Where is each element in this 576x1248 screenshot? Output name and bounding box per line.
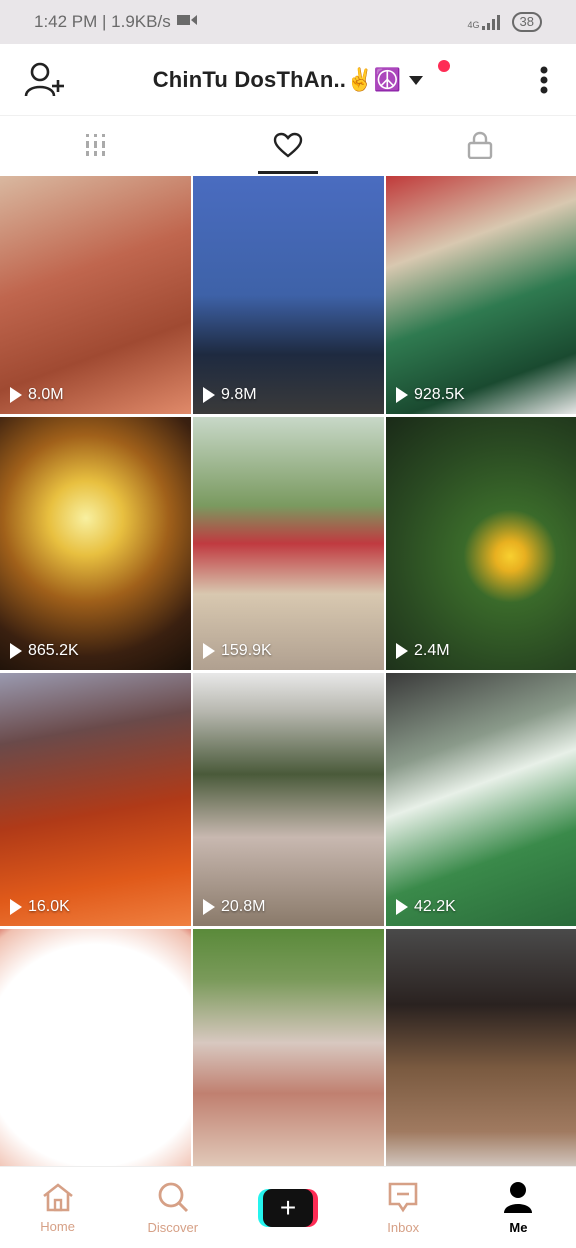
network-label: 4G [467, 20, 480, 30]
inbox-icon [387, 1181, 419, 1216]
nav-inbox[interactable]: Inbox [346, 1181, 461, 1235]
view-count: 928.5K [396, 386, 465, 404]
play-icon [203, 899, 215, 915]
view-count: 2.4M [396, 642, 450, 660]
video-thumbnail[interactable]: 159.9K [193, 417, 384, 670]
grid-icon [84, 133, 108, 162]
status-bar: 1:42 PM | 1.9KB/s 4G 38 [0, 0, 576, 44]
video-thumbnail[interactable]: 20.8M [193, 673, 384, 926]
bottom-nav: Home Discover + Inbox Me [0, 1166, 576, 1248]
signal-icon: 4G [468, 14, 502, 30]
play-icon [10, 643, 22, 659]
profile-tabs [0, 118, 576, 176]
profile-header: ChinTu DosThAn..✌️☮️ [0, 44, 576, 116]
play-icon [396, 387, 408, 403]
play-icon [10, 387, 22, 403]
tab-videos[interactable] [0, 118, 192, 176]
video-thumbnail[interactable]: 928.5K [386, 176, 576, 414]
play-icon [203, 387, 215, 403]
status-time-speed: 1:42 PM | 1.9KB/s [34, 12, 171, 31]
more-options-icon[interactable] [540, 66, 548, 94]
lock-icon [467, 131, 493, 164]
nav-home[interactable]: Home [0, 1182, 115, 1234]
video-thumbnail[interactable] [0, 929, 191, 1182]
nav-me-label: Me [509, 1219, 528, 1235]
play-icon [396, 899, 408, 915]
nav-inbox-label: Inbox [387, 1219, 420, 1235]
search-icon [157, 1181, 189, 1216]
profile-icon [503, 1181, 533, 1216]
chevron-down-icon [409, 76, 424, 86]
video-thumbnail[interactable]: 865.2K [0, 417, 191, 670]
notification-dot [438, 60, 450, 72]
nav-me[interactable]: Me [461, 1181, 576, 1235]
nav-home-label: Home [40, 1218, 75, 1234]
username: ChinTu DosThAn..✌️☮️ [152, 66, 402, 92]
view-count: 865.2K [10, 642, 79, 660]
video-thumbnail[interactable] [386, 929, 576, 1182]
play-icon [396, 643, 408, 659]
nav-discover-label: Discover [147, 1219, 199, 1235]
video-thumbnail[interactable]: 42.2K [386, 673, 576, 926]
tab-liked[interactable] [192, 118, 384, 176]
tab-private[interactable] [384, 118, 576, 176]
nav-discover[interactable]: Discover [115, 1181, 230, 1235]
video-thumbnail[interactable]: 9.8M [193, 176, 384, 414]
play-icon [10, 899, 22, 915]
video-thumbnail[interactable]: 8.0M [0, 176, 191, 414]
nav-create[interactable]: + [230, 1188, 345, 1227]
video-thumbnail[interactable]: 2.4M [386, 417, 576, 670]
view-count: 20.8M [203, 898, 265, 916]
view-count: 159.9K [203, 642, 272, 660]
home-icon [41, 1182, 75, 1215]
view-count: 8.0M [10, 386, 64, 404]
view-count: 9.8M [203, 386, 257, 404]
heart-icon [273, 132, 303, 163]
view-count: 16.0K [10, 898, 70, 916]
video-thumbnail[interactable]: 16.0K [0, 673, 191, 926]
plus-icon: + [263, 1188, 313, 1227]
create-button[interactable]: + [258, 1188, 318, 1227]
play-icon [203, 643, 215, 659]
battery-indicator: 38 [511, 12, 542, 32]
video-grid: 8.0M 9.8M 928.5K 865.2K 159.9K 2.4M 16.0… [0, 176, 576, 1182]
video-recording-icon [176, 12, 197, 32]
video-thumbnail[interactable] [193, 929, 384, 1182]
view-count: 42.2K [396, 898, 456, 916]
username-switcher[interactable]: ChinTu DosThAn..✌️☮️ [0, 67, 576, 93]
